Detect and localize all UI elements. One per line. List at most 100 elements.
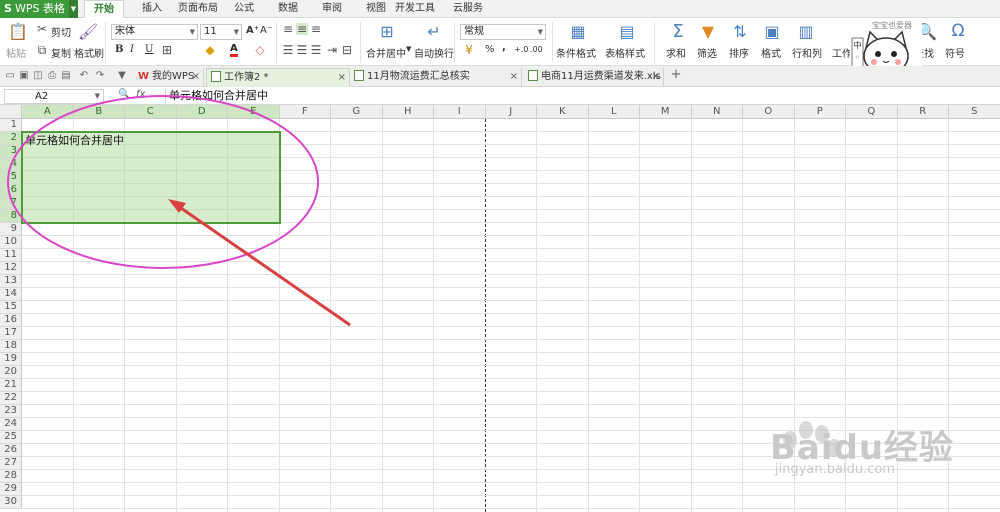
justify-icon[interactable]: ⊟	[341, 43, 353, 57]
menu-tab-7[interactable]: 开发工具	[394, 0, 436, 18]
column-header-p[interactable]: P	[794, 105, 846, 119]
column-header-e[interactable]: E	[228, 105, 280, 119]
align-center-icon[interactable]: ☰	[296, 43, 308, 57]
column-header-b[interactable]: B	[73, 105, 125, 119]
print-preview-icon[interactable]: ▤	[60, 69, 72, 83]
italic-button[interactable]: I	[130, 44, 134, 55]
redo-icon[interactable]: ↷	[94, 69, 106, 83]
column-header-q[interactable]: Q	[846, 105, 898, 119]
column-header-c[interactable]: C	[125, 105, 177, 119]
cell-a2[interactable]: 单元格如何合并居中	[25, 132, 124, 148]
font-name-select[interactable]: 宋体 ▼	[111, 24, 198, 40]
decrease-decimal-button[interactable]: .00	[530, 45, 543, 54]
row-header-18[interactable]: 18	[0, 340, 22, 353]
row-header-4[interactable]: 4	[0, 158, 22, 171]
conditional-format-icon[interactable]: ▦	[568, 22, 588, 41]
row-header-20[interactable]: 20	[0, 366, 22, 379]
chevron-down-icon[interactable]: ▼	[69, 0, 78, 18]
row-header-28[interactable]: 28	[0, 470, 22, 483]
row-header-23[interactable]: 23	[0, 405, 22, 418]
decrease-font-button[interactable]: A⁻	[260, 25, 272, 36]
merge-center-button[interactable]: 合并居中	[366, 45, 406, 60]
indent-icon[interactable]: ⇥	[326, 43, 338, 57]
clear-format-icon[interactable]: ◇	[253, 43, 267, 57]
align-bottom-icon[interactable]: ≡	[310, 22, 322, 36]
row-header-6[interactable]: 6	[0, 184, 22, 197]
menu-tab-1[interactable]: 插入	[136, 0, 168, 18]
column-header-h[interactable]: H	[382, 105, 434, 119]
format-button[interactable]: 格式	[761, 45, 781, 60]
cut-button[interactable]: 剪切	[51, 24, 71, 39]
column-header-a[interactable]: A	[22, 105, 74, 119]
column-header-o[interactable]: O	[743, 105, 795, 119]
save-icon[interactable]: ▣	[18, 69, 30, 83]
fill-color-icon[interactable]: ◆	[203, 43, 217, 57]
align-top-icon[interactable]: ≡	[282, 22, 294, 36]
print-icon[interactable]: ⎙	[46, 69, 58, 83]
comma-button[interactable]: ,	[502, 42, 506, 53]
format-painter-icon[interactable]: 🖌	[78, 22, 98, 41]
app-menu-button[interactable]: S WPS 表格 ▼	[0, 0, 78, 18]
percent-button[interactable]: %	[485, 44, 495, 55]
column-header-l[interactable]: L	[588, 105, 640, 119]
format-painter-button[interactable]: 格式刷	[74, 45, 104, 60]
row-header-26[interactable]: 26	[0, 444, 22, 457]
menu-tab-0[interactable]: 开始	[84, 0, 124, 19]
scissors-icon[interactable]: ✂	[36, 22, 48, 36]
select-all-corner[interactable]	[0, 105, 22, 119]
close-icon[interactable]: ×	[510, 68, 518, 86]
zoom-icon[interactable]: 🔍	[118, 89, 130, 100]
fx-button[interactable]: fx	[136, 89, 145, 100]
row-header-9[interactable]: 9	[0, 223, 22, 236]
sort-button[interactable]: 排序	[729, 45, 749, 60]
omega-icon[interactable]: Ω	[948, 21, 968, 41]
row-header-17[interactable]: 17	[0, 327, 22, 340]
row-header-2[interactable]: 2	[0, 132, 22, 145]
format-icon[interactable]: ▣	[762, 22, 782, 41]
sum-icon[interactable]: Σ	[668, 21, 688, 42]
paste-button[interactable]: 粘贴	[6, 45, 26, 60]
row-header-14[interactable]: 14	[0, 288, 22, 301]
close-icon[interactable]: ×	[192, 68, 200, 86]
symbol-button[interactable]: 符号	[945, 45, 965, 60]
close-icon[interactable]: ×	[652, 68, 660, 86]
column-header-i[interactable]: I	[434, 105, 486, 119]
menu-tab-5[interactable]: 审阅	[316, 0, 348, 18]
sort-icon[interactable]: ⇅	[730, 22, 750, 41]
menu-tab-4[interactable]: 数据	[272, 0, 304, 18]
font-color-button[interactable]: A	[230, 43, 238, 57]
row-header-19[interactable]: 19	[0, 353, 22, 366]
close-icon[interactable]: ×	[338, 69, 346, 87]
column-header-r[interactable]: R	[897, 105, 949, 119]
row-header-12[interactable]: 12	[0, 262, 22, 275]
column-header-j[interactable]: J	[485, 105, 537, 119]
row-header-5[interactable]: 5	[0, 171, 22, 184]
row-header-10[interactable]: 10	[0, 236, 22, 249]
doc-tab-0[interactable]: W 我的WPS ×	[134, 68, 204, 87]
row-header-27[interactable]: 27	[0, 457, 22, 470]
column-header-m[interactable]: M	[640, 105, 692, 119]
column-header-s[interactable]: S	[949, 105, 1000, 119]
name-box[interactable]: A2 ▼	[4, 89, 104, 104]
menu-tab-2[interactable]: 页面布局	[175, 0, 221, 18]
copy-icon[interactable]: ⧉	[36, 43, 48, 57]
row-header-13[interactable]: 13	[0, 275, 22, 288]
column-header-k[interactable]: K	[537, 105, 589, 119]
currency-icon[interactable]: ¥	[462, 43, 476, 57]
row-header-15[interactable]: 15	[0, 301, 22, 314]
row-header-1[interactable]: 1	[0, 119, 22, 132]
merge-center-icon[interactable]: ⊞	[377, 22, 397, 41]
row-header-25[interactable]: 25	[0, 431, 22, 444]
table-style-button[interactable]: 表格样式	[605, 45, 645, 60]
row-header-16[interactable]: 16	[0, 314, 22, 327]
font-size-select[interactable]: 11 ▼	[200, 24, 242, 40]
table-style-icon[interactable]: ▤	[617, 22, 637, 41]
new-tab-button[interactable]: +	[670, 68, 682, 82]
doc-tab-2[interactable]: 11月物流运费汇总核实201712.xls *×	[350, 68, 522, 100]
undo-icon[interactable]: ↶	[78, 69, 90, 83]
export-pdf-icon[interactable]: ◫	[32, 69, 44, 83]
paste-icon[interactable]: 📋	[8, 22, 28, 41]
conditional-format-button[interactable]: 条件格式	[556, 45, 596, 60]
row-header-7[interactable]: 7	[0, 197, 22, 210]
row-header-8[interactable]: 8	[0, 210, 22, 223]
